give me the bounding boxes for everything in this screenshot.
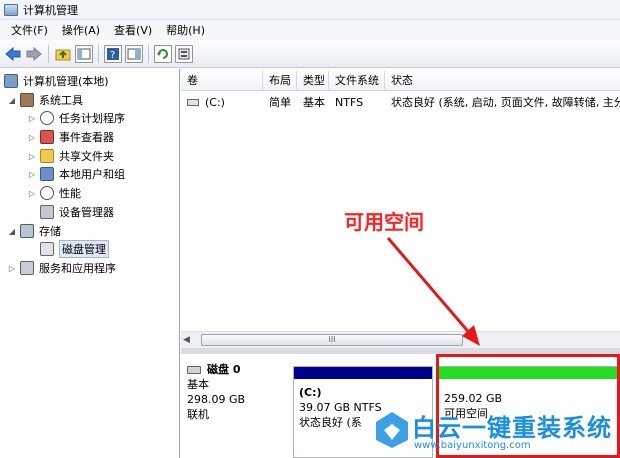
watermark-text: 白云一键重装系统	[412, 414, 612, 442]
computer-management-window: 计算机管理 文件(F) 操作(A) 查看(V) 帮助(H) ? 计算机管理(本地…	[0, 0, 620, 458]
watermark-url: www.baiyunxitong.com	[414, 440, 531, 451]
annotation-label: 可用空间	[344, 210, 424, 234]
watermark-logo-icon	[376, 412, 408, 448]
watermark: 白云一键重装系统 www.baiyunxitong.com	[372, 408, 620, 458]
annotation-arrow	[386, 237, 480, 346]
